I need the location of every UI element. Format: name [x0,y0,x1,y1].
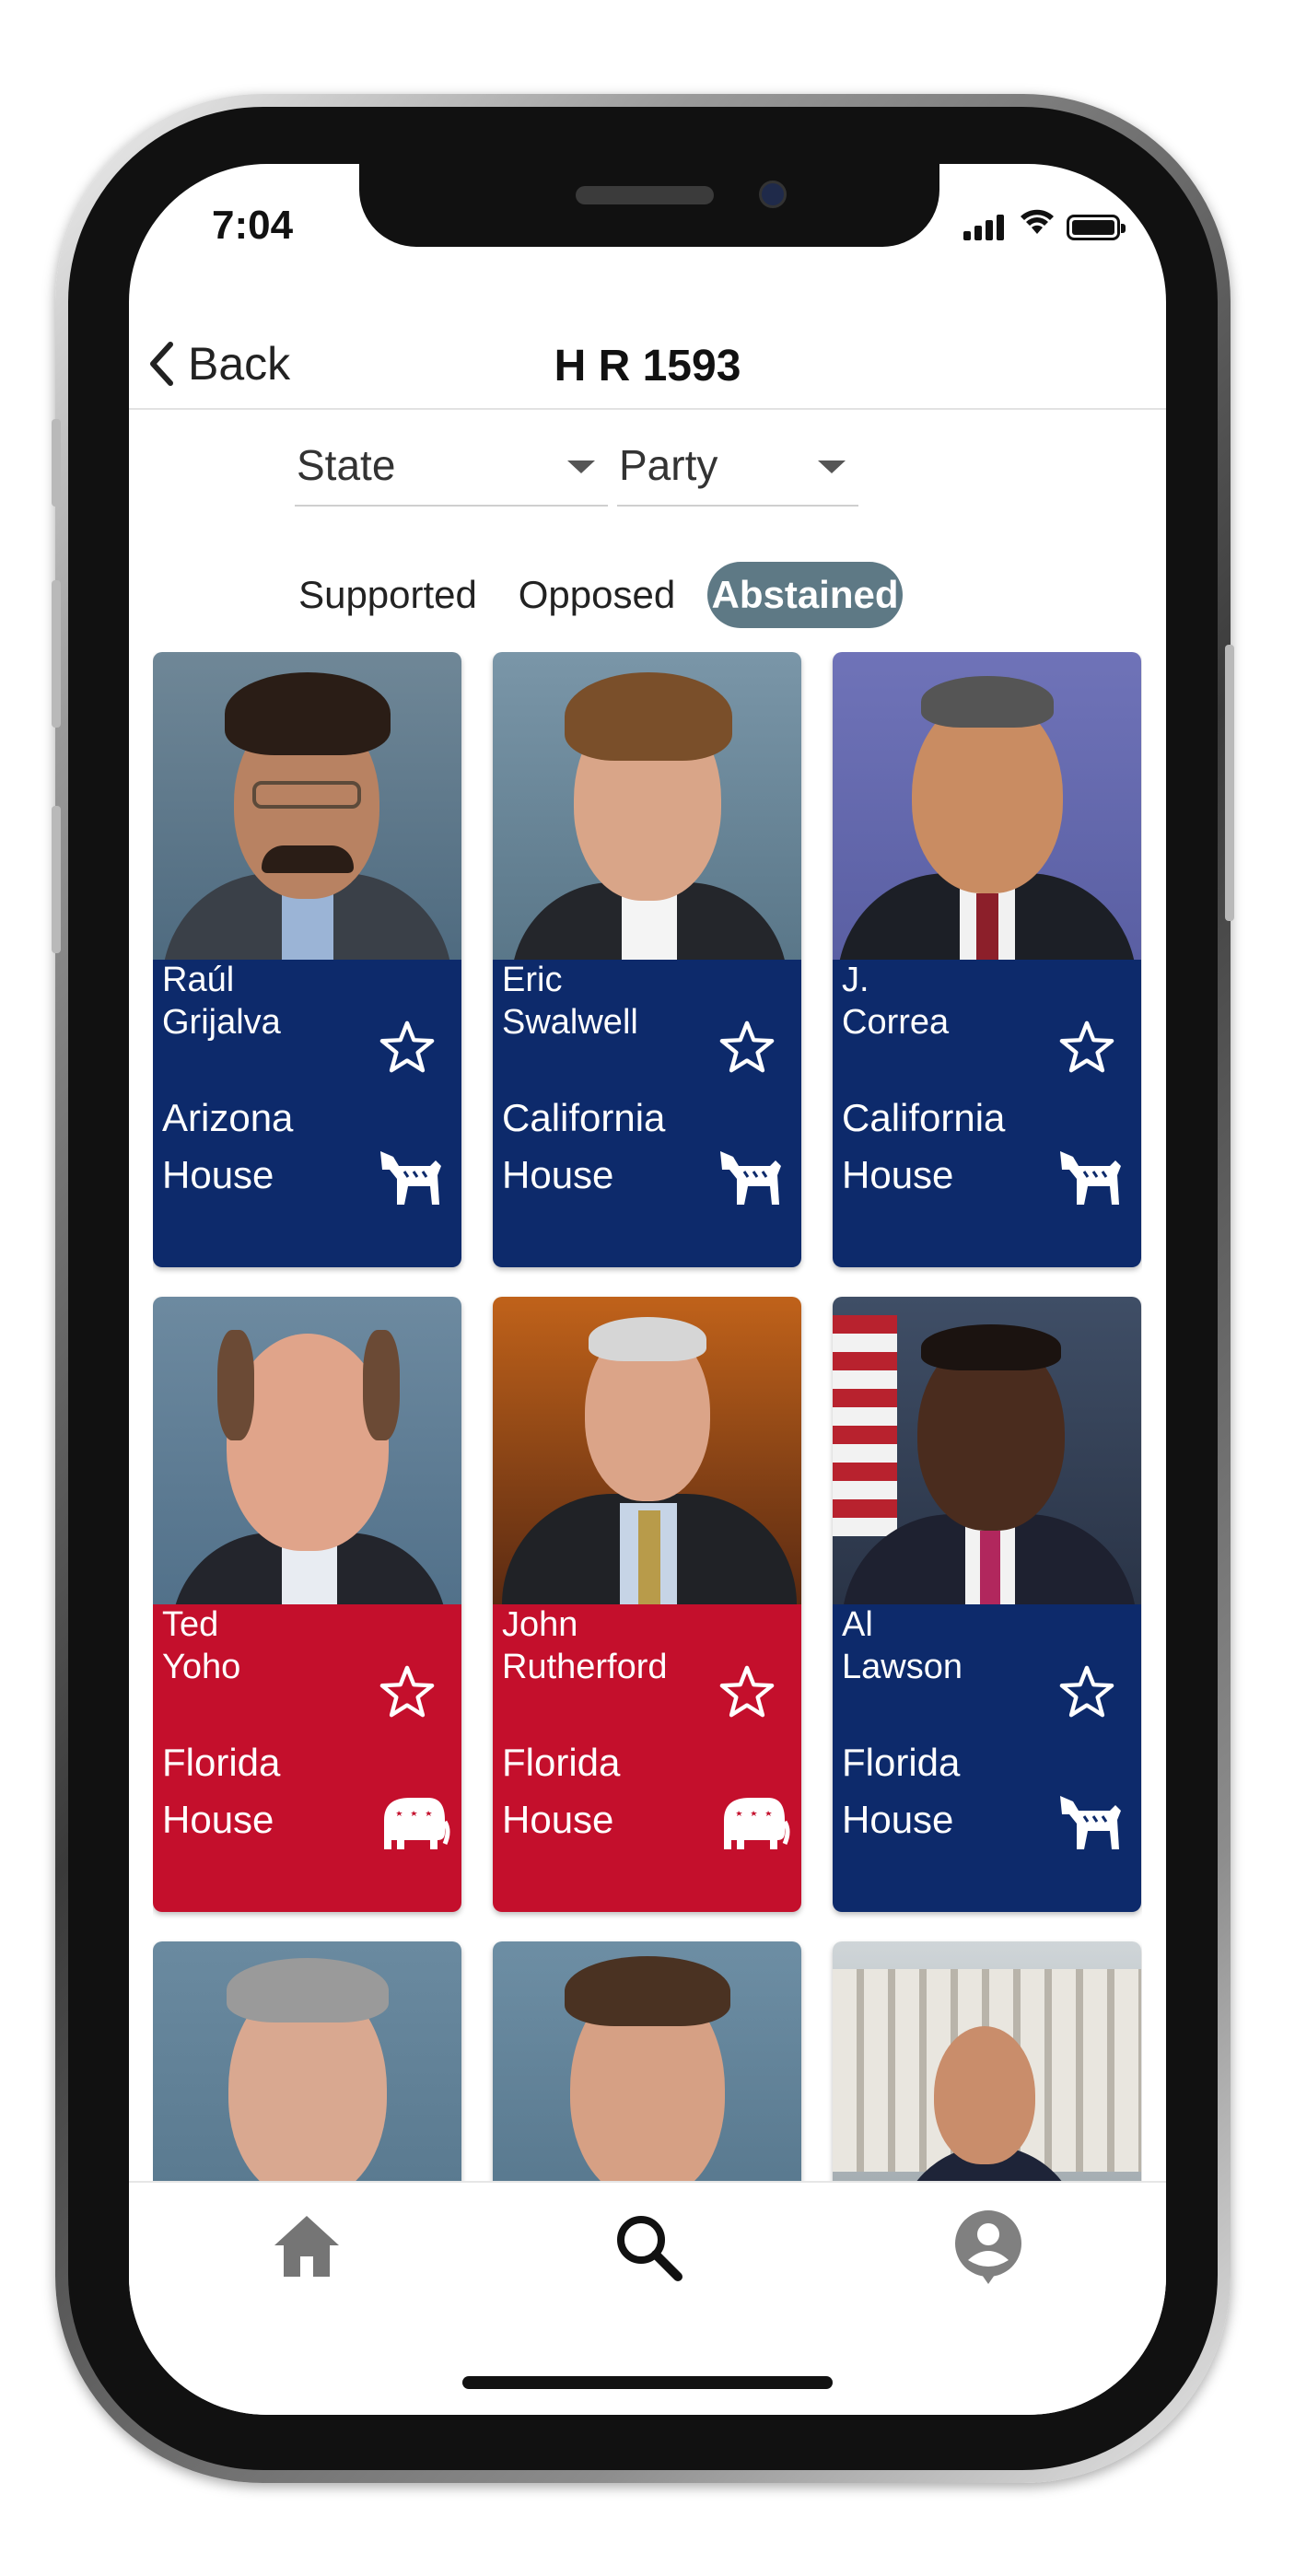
member-card[interactable] [493,1941,801,2181]
member-last-name: Grijalva [162,1003,281,1042]
member-card[interactable] [833,1941,1141,2181]
member-card[interactable] [153,1941,461,2181]
member-photo [493,652,801,960]
chevron-left-icon [150,342,173,386]
state-filter-dropdown[interactable]: State [295,429,608,507]
donkey-icon [1060,1151,1121,1205]
party-filter-label: Party [619,441,718,489]
member-state: Arizona [162,1096,294,1139]
member-state: Florida [502,1741,621,1784]
volume-up-button [52,580,61,728]
status-time: 7:04 [212,203,294,248]
back-label: Back [188,338,291,390]
member-card[interactable]: Eric Swalwell California House [493,652,801,1267]
star-outline-icon[interactable] [379,1663,436,1720]
wifi-icon [1019,208,1056,240]
star-outline-icon[interactable] [1058,1019,1115,1076]
member-card[interactable]: Raúl Grijalva Arizona House [153,652,461,1267]
speaker-grille [576,186,714,204]
member-card[interactable]: John Rutherford Florida House [493,1297,801,1912]
member-last-name: Yoho [162,1648,241,1686]
member-state: Florida [842,1741,961,1784]
profile-icon[interactable] [947,2205,1030,2288]
member-photo [153,1941,461,2181]
home-icon[interactable] [265,2205,348,2288]
flag-graphic [833,1315,897,1536]
state-filter-label: State [297,441,396,489]
member-last-name: Rutherford [502,1648,668,1686]
tab-opposed[interactable]: Opposed [501,562,693,628]
member-first-name: Raúl [162,961,235,999]
member-photo [833,652,1141,960]
member-chamber: House [502,1153,614,1196]
member-state: California [502,1096,666,1139]
member-state: California [842,1096,1006,1139]
member-photo [153,1297,461,1604]
member-chamber: House [842,1798,954,1841]
member-chamber: House [842,1153,954,1196]
power-button [1225,645,1234,921]
member-last-name: Swalwell [502,1003,638,1042]
member-card[interactable]: Al Lawson Florida House [833,1297,1141,1912]
donkey-icon [380,1151,441,1205]
member-chamber: House [162,1798,274,1841]
member-photo [153,652,461,960]
member-info-panel: Raúl Grijalva Arizona House [153,960,461,1267]
member-last-name: Correa [842,1003,950,1042]
elephant-icon [384,1798,450,1849]
star-outline-icon[interactable] [1058,1663,1115,1720]
tab-supported[interactable]: Supported [286,562,490,628]
member-info-panel: John Rutherford Florida House [493,1604,801,1912]
member-first-name: John [502,1605,578,1644]
member-info-panel: Ted Yoho Florida House [153,1604,461,1912]
member-card[interactable]: Ted Yoho Florida House [153,1297,461,1912]
elephant-icon [724,1798,790,1849]
tab-abstained[interactable]: Abstained [707,562,903,628]
front-camera [759,181,787,208]
star-outline-icon[interactable] [379,1019,436,1076]
member-chamber: House [502,1798,614,1841]
screen: 7:04 H R 1593 Back State Party Supported… [129,164,1166,2415]
status-icons [963,208,1126,240]
mute-switch [52,419,61,507]
member-first-name: Al [842,1605,873,1644]
volume-down-button [52,806,61,953]
member-chamber: House [162,1153,274,1196]
party-filter-dropdown[interactable]: Party [617,429,858,507]
donkey-icon [1060,1796,1121,1849]
member-last-name: Lawson [842,1648,962,1686]
member-photo [493,1297,801,1604]
battery-icon [1067,215,1126,240]
navigation-bar: H R 1593 Back [129,302,1166,410]
member-grid: Raúl Grijalva Arizona House Eric Swalwel… [153,652,1142,2181]
member-first-name: Ted [162,1605,219,1644]
star-outline-icon[interactable] [718,1019,776,1076]
notch [359,164,939,247]
donkey-icon [720,1151,781,1205]
member-info-panel: Al Lawson Florida House [833,1604,1141,1912]
member-info-panel: Eric Swalwell California House [493,960,801,1267]
member-first-name: J. [842,961,869,999]
member-card[interactable]: J. Correa California House [833,652,1141,1267]
member-photo [833,1941,1141,2181]
member-state: Florida [162,1741,281,1784]
member-photo [493,1941,801,2181]
back-button[interactable]: Back [147,337,290,390]
search-icon[interactable] [606,2205,689,2288]
cellular-signal-icon [963,213,1008,240]
member-info-panel: J. Correa California House [833,960,1141,1267]
caret-down-icon [818,460,846,473]
home-indicator [462,2376,833,2389]
member-photo [833,1297,1141,1604]
star-outline-icon[interactable] [718,1663,776,1720]
caret-down-icon [567,460,595,473]
member-first-name: Eric [502,961,563,999]
